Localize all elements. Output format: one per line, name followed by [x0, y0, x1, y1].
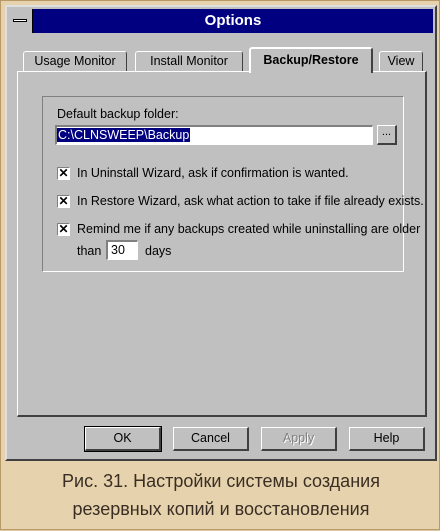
tab-install-monitor[interactable]: Install Monitor: [135, 51, 243, 71]
remind-old-backups-label: Remind me if any backups created while u…: [77, 222, 421, 236]
caption-line-1: Рис. 31. Настройки системы создания: [62, 471, 380, 491]
caption-line-2: резервных копий и восстановления: [72, 499, 370, 519]
window-title: Options: [204, 12, 262, 29]
tab-view[interactable]: View: [379, 51, 423, 71]
restore-action-checkbox[interactable]: ✕: [57, 195, 70, 208]
cancel-button[interactable]: Cancel: [173, 427, 249, 451]
figure-caption: Рис. 31. Настройки системы создания резе…: [1, 463, 440, 531]
figure-frame: Options Usage Monitor Install Monitor Ba…: [0, 0, 440, 530]
uninstall-confirm-label: In Uninstall Wizard, ask if confirmation…: [77, 166, 349, 180]
days-input[interactable]: 30: [106, 240, 138, 260]
backup-settings-group: Default backup folder: C:\CLNSWEEP\Backu…: [42, 96, 424, 272]
title-bar[interactable]: Options: [9, 9, 433, 33]
tab-backup-restore[interactable]: Backup/Restore: [249, 47, 373, 73]
help-button[interactable]: Help: [349, 427, 425, 451]
backup-folder-input[interactable]: C:\CLNSWEEP\Backup: [55, 125, 373, 145]
apply-button[interactable]: Apply: [261, 427, 337, 451]
restore-action-label: In Restore Wizard, ask what action to ta…: [77, 194, 424, 208]
default-folder-label: Default backup folder:: [57, 107, 179, 121]
tab-usage-monitor[interactable]: Usage Monitor: [23, 51, 127, 71]
tab-strip: Usage Monitor Install Monitor Backup/Res…: [17, 47, 427, 73]
system-menu-icon[interactable]: [9, 9, 33, 33]
than-label: than: [77, 244, 102, 258]
backup-folder-value: C:\CLNSWEEP\Backup: [57, 128, 191, 142]
ok-button[interactable]: OK: [84, 426, 162, 452]
browse-button[interactable]: ...: [377, 125, 397, 145]
days-label: days: [145, 244, 172, 258]
options-dialog: Options Usage Monitor Install Monitor Ba…: [5, 5, 437, 461]
uninstall-confirm-checkbox[interactable]: ✕: [57, 167, 70, 180]
remind-old-backups-checkbox[interactable]: ✕: [57, 223, 70, 236]
backup-restore-panel: Default backup folder: C:\CLNSWEEP\Backu…: [17, 71, 427, 417]
